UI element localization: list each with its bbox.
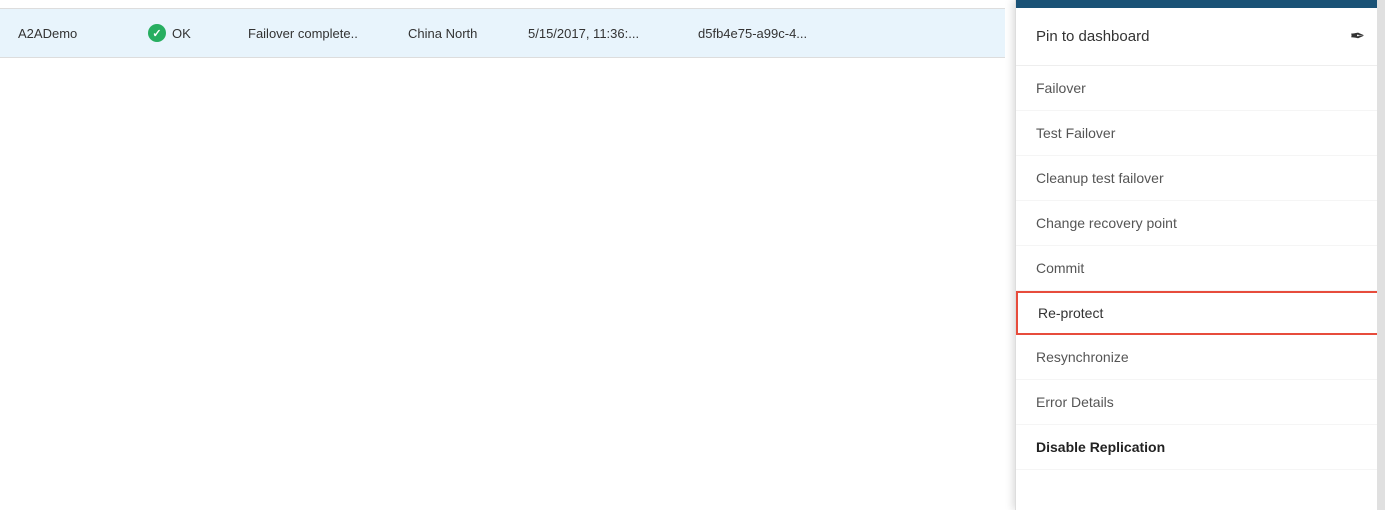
menu-item-commit[interactable]: Commit <box>1016 246 1385 291</box>
cell-status: ✓ OK <box>140 24 240 42</box>
menu-item-error-details[interactable]: Error Details <box>1016 380 1385 425</box>
cell-name: A2ADemo <box>10 26 140 41</box>
context-menu-header: Pin to dashboard ✒ <box>1016 8 1385 66</box>
cell-region: China North <box>400 26 520 41</box>
menu-item-cleanup-test-failover[interactable]: Cleanup test failover <box>1016 156 1385 201</box>
context-menu: Pin to dashboard ✒ FailoverTest Failover… <box>1015 0 1385 510</box>
menu-item-failover[interactable]: Failover <box>1016 66 1385 111</box>
pin-icon[interactable]: ✒ <box>1350 26 1365 47</box>
context-menu-top-bar <box>1016 0 1385 8</box>
menu-item-disable-replication[interactable]: Disable Replication <box>1016 425 1385 470</box>
main-area: A2ADemo ✓ OK Failover complete.. China N… <box>0 0 1385 510</box>
menu-item-resynchronize[interactable]: Resynchronize <box>1016 335 1385 380</box>
table-container: A2ADemo ✓ OK Failover complete.. China N… <box>0 0 1005 510</box>
menu-item-test-failover[interactable]: Test Failover <box>1016 111 1385 156</box>
menu-item-re-protect[interactable]: Re-protect <box>1016 291 1385 335</box>
cell-failover: Failover complete.. <box>240 26 400 41</box>
menu-items-list: FailoverTest FailoverCleanup test failov… <box>1016 66 1385 470</box>
menu-item-change-recovery-point[interactable]: Change recovery point <box>1016 201 1385 246</box>
scrollbar[interactable] <box>1377 0 1385 510</box>
table-row[interactable]: A2ADemo ✓ OK Failover complete.. China N… <box>0 8 1005 58</box>
cell-date: 5/15/2017, 11:36:... <box>520 26 690 41</box>
status-text: OK <box>172 26 191 41</box>
pin-to-dashboard-label: Pin to dashboard <box>1036 28 1149 45</box>
status-ok-icon: ✓ <box>148 24 166 42</box>
cell-id: d5fb4e75-a99c-4... <box>690 26 850 41</box>
